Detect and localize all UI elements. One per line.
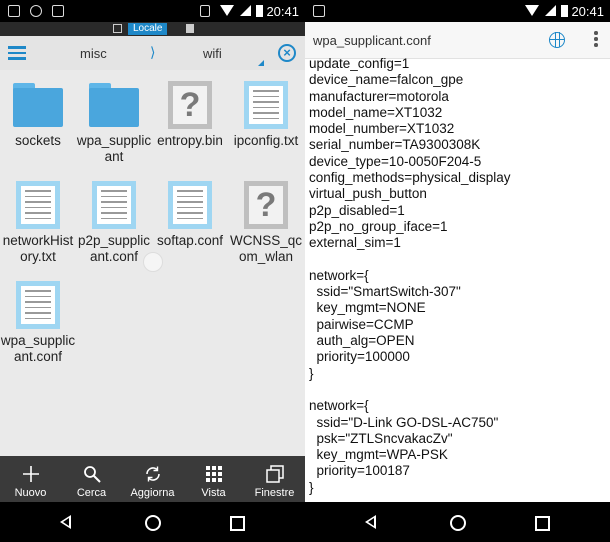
signal-icon <box>240 5 251 16</box>
bottom-toolbar: Nuovo Cerca Aggiorna Vista Finestre <box>0 456 305 502</box>
back-icon[interactable] <box>365 515 376 529</box>
file-title: wpa_supplicant.conf <box>313 33 431 48</box>
search-button[interactable]: Cerca <box>61 456 122 502</box>
status-bar: 20:41 <box>0 0 305 22</box>
folder-icon <box>89 83 139 127</box>
file-label: entropy.bin <box>157 133 223 148</box>
breadcrumb-misc[interactable]: misc <box>80 46 107 61</box>
windows-icon <box>266 465 284 483</box>
text-file-icon <box>244 81 288 129</box>
dropdown-corner-icon[interactable] <box>258 60 264 66</box>
file-item-entropy-bin[interactable]: ? entropy.bin <box>152 75 228 175</box>
view-button[interactable]: Vista <box>183 456 244 502</box>
file-label: sockets <box>15 133 61 148</box>
app-notification-icon <box>30 5 42 17</box>
status-bar: 20:41 <box>305 0 610 22</box>
file-content[interactable]: update_config=1 device_name=falcon_gpe m… <box>309 56 609 496</box>
file-label: WCNSS_qcom_wlan <box>229 233 302 264</box>
grid-icon <box>206 466 222 482</box>
text-viewer-screen: 20:41 wpa_supplicant.conf update_config=… <box>305 0 610 542</box>
refresh-button[interactable]: Aggiorna <box>122 456 183 502</box>
menu-button[interactable] <box>8 46 26 60</box>
file-item-wpa-supplicant[interactable]: wpa_supplicant <box>76 75 152 175</box>
file-label: p2p_supplicant.conf <box>77 233 151 264</box>
unknown-file-icon: ? <box>168 81 212 129</box>
text-file-icon <box>16 281 60 329</box>
windows-label: Finestre <box>254 487 295 499</box>
home-nav-icon[interactable] <box>450 515 466 531</box>
search-icon <box>84 466 101 483</box>
view-label: Vista <box>201 487 226 499</box>
file-item-networkhistory[interactable]: networkHistory.txt <box>0 175 76 275</box>
new-label: Nuovo <box>14 487 47 499</box>
home-nav-icon[interactable] <box>145 515 161 531</box>
signal-icon <box>545 5 556 16</box>
file-label: softap.conf <box>156 233 224 248</box>
recents-icon[interactable] <box>535 516 550 531</box>
overflow-menu-icon[interactable] <box>594 31 598 49</box>
breadcrumb-separator-icon: ⟩ <box>150 44 156 60</box>
lock-icon[interactable] <box>186 24 194 33</box>
locale-chip[interactable]: Locale <box>128 23 168 35</box>
file-header: Locale misc ⟩ wifi × <box>0 22 305 70</box>
globe-icon[interactable] <box>549 32 565 48</box>
home-icon[interactable] <box>113 24 122 33</box>
status-time: 20:41 <box>266 4 299 19</box>
refresh-label: Aggiorna <box>130 487 175 499</box>
file-label: wpa_supplicant <box>76 133 152 164</box>
storage-bar: Locale <box>0 22 305 36</box>
gallery-notification-icon <box>8 5 20 17</box>
file-item-wcnss[interactable]: ? WCNSS_qcom_wlan <box>228 175 304 275</box>
wifi-icon <box>525 5 539 16</box>
file-label: ipconfig.txt <box>233 133 299 148</box>
battery-icon <box>256 5 263 17</box>
recents-icon[interactable] <box>230 516 245 531</box>
windows-button[interactable]: Finestre <box>244 456 305 502</box>
vibrate-icon <box>200 5 210 17</box>
text-file-icon <box>92 181 136 229</box>
file-label: wpa_supplicant.conf <box>0 333 76 364</box>
search-label: Cerca <box>76 487 107 499</box>
close-icon[interactable]: × <box>278 44 296 62</box>
unknown-file-icon: ? <box>244 181 288 229</box>
folder-icon <box>13 83 63 127</box>
viewer-header: wpa_supplicant.conf <box>305 22 610 59</box>
navigation-bar <box>0 502 305 542</box>
text-file-icon <box>16 181 60 229</box>
file-manager-screen: 20:41 Locale misc ⟩ wifi × sockets wpa_s… <box>0 0 305 542</box>
file-item-sockets[interactable]: sockets <box>0 75 76 175</box>
wifi-icon <box>220 5 234 16</box>
text-file-icon <box>168 181 212 229</box>
touch-ripple <box>143 252 163 272</box>
file-item-ipconfig[interactable]: ipconfig.txt <box>228 75 304 175</box>
file-item-softap[interactable]: softap.conf <box>152 175 228 275</box>
status-time: 20:41 <box>571 4 604 19</box>
breadcrumb-wifi[interactable]: wifi <box>203 46 222 61</box>
battery-icon <box>561 5 568 17</box>
refresh-icon <box>146 466 160 482</box>
new-button[interactable]: Nuovo <box>0 456 61 502</box>
plus-icon <box>23 466 39 482</box>
file-item-p2p-supplicant[interactable]: p2p_supplicant.conf <box>76 175 152 275</box>
file-label: networkHistory.txt <box>2 233 74 264</box>
navigation-bar <box>305 502 610 542</box>
back-icon[interactable] <box>60 515 71 529</box>
file-item-wpa-supplicant-conf[interactable]: wpa_supplicant.conf <box>0 275 76 375</box>
image-notification-icon <box>313 5 325 17</box>
image-notification-icon <box>52 5 64 17</box>
